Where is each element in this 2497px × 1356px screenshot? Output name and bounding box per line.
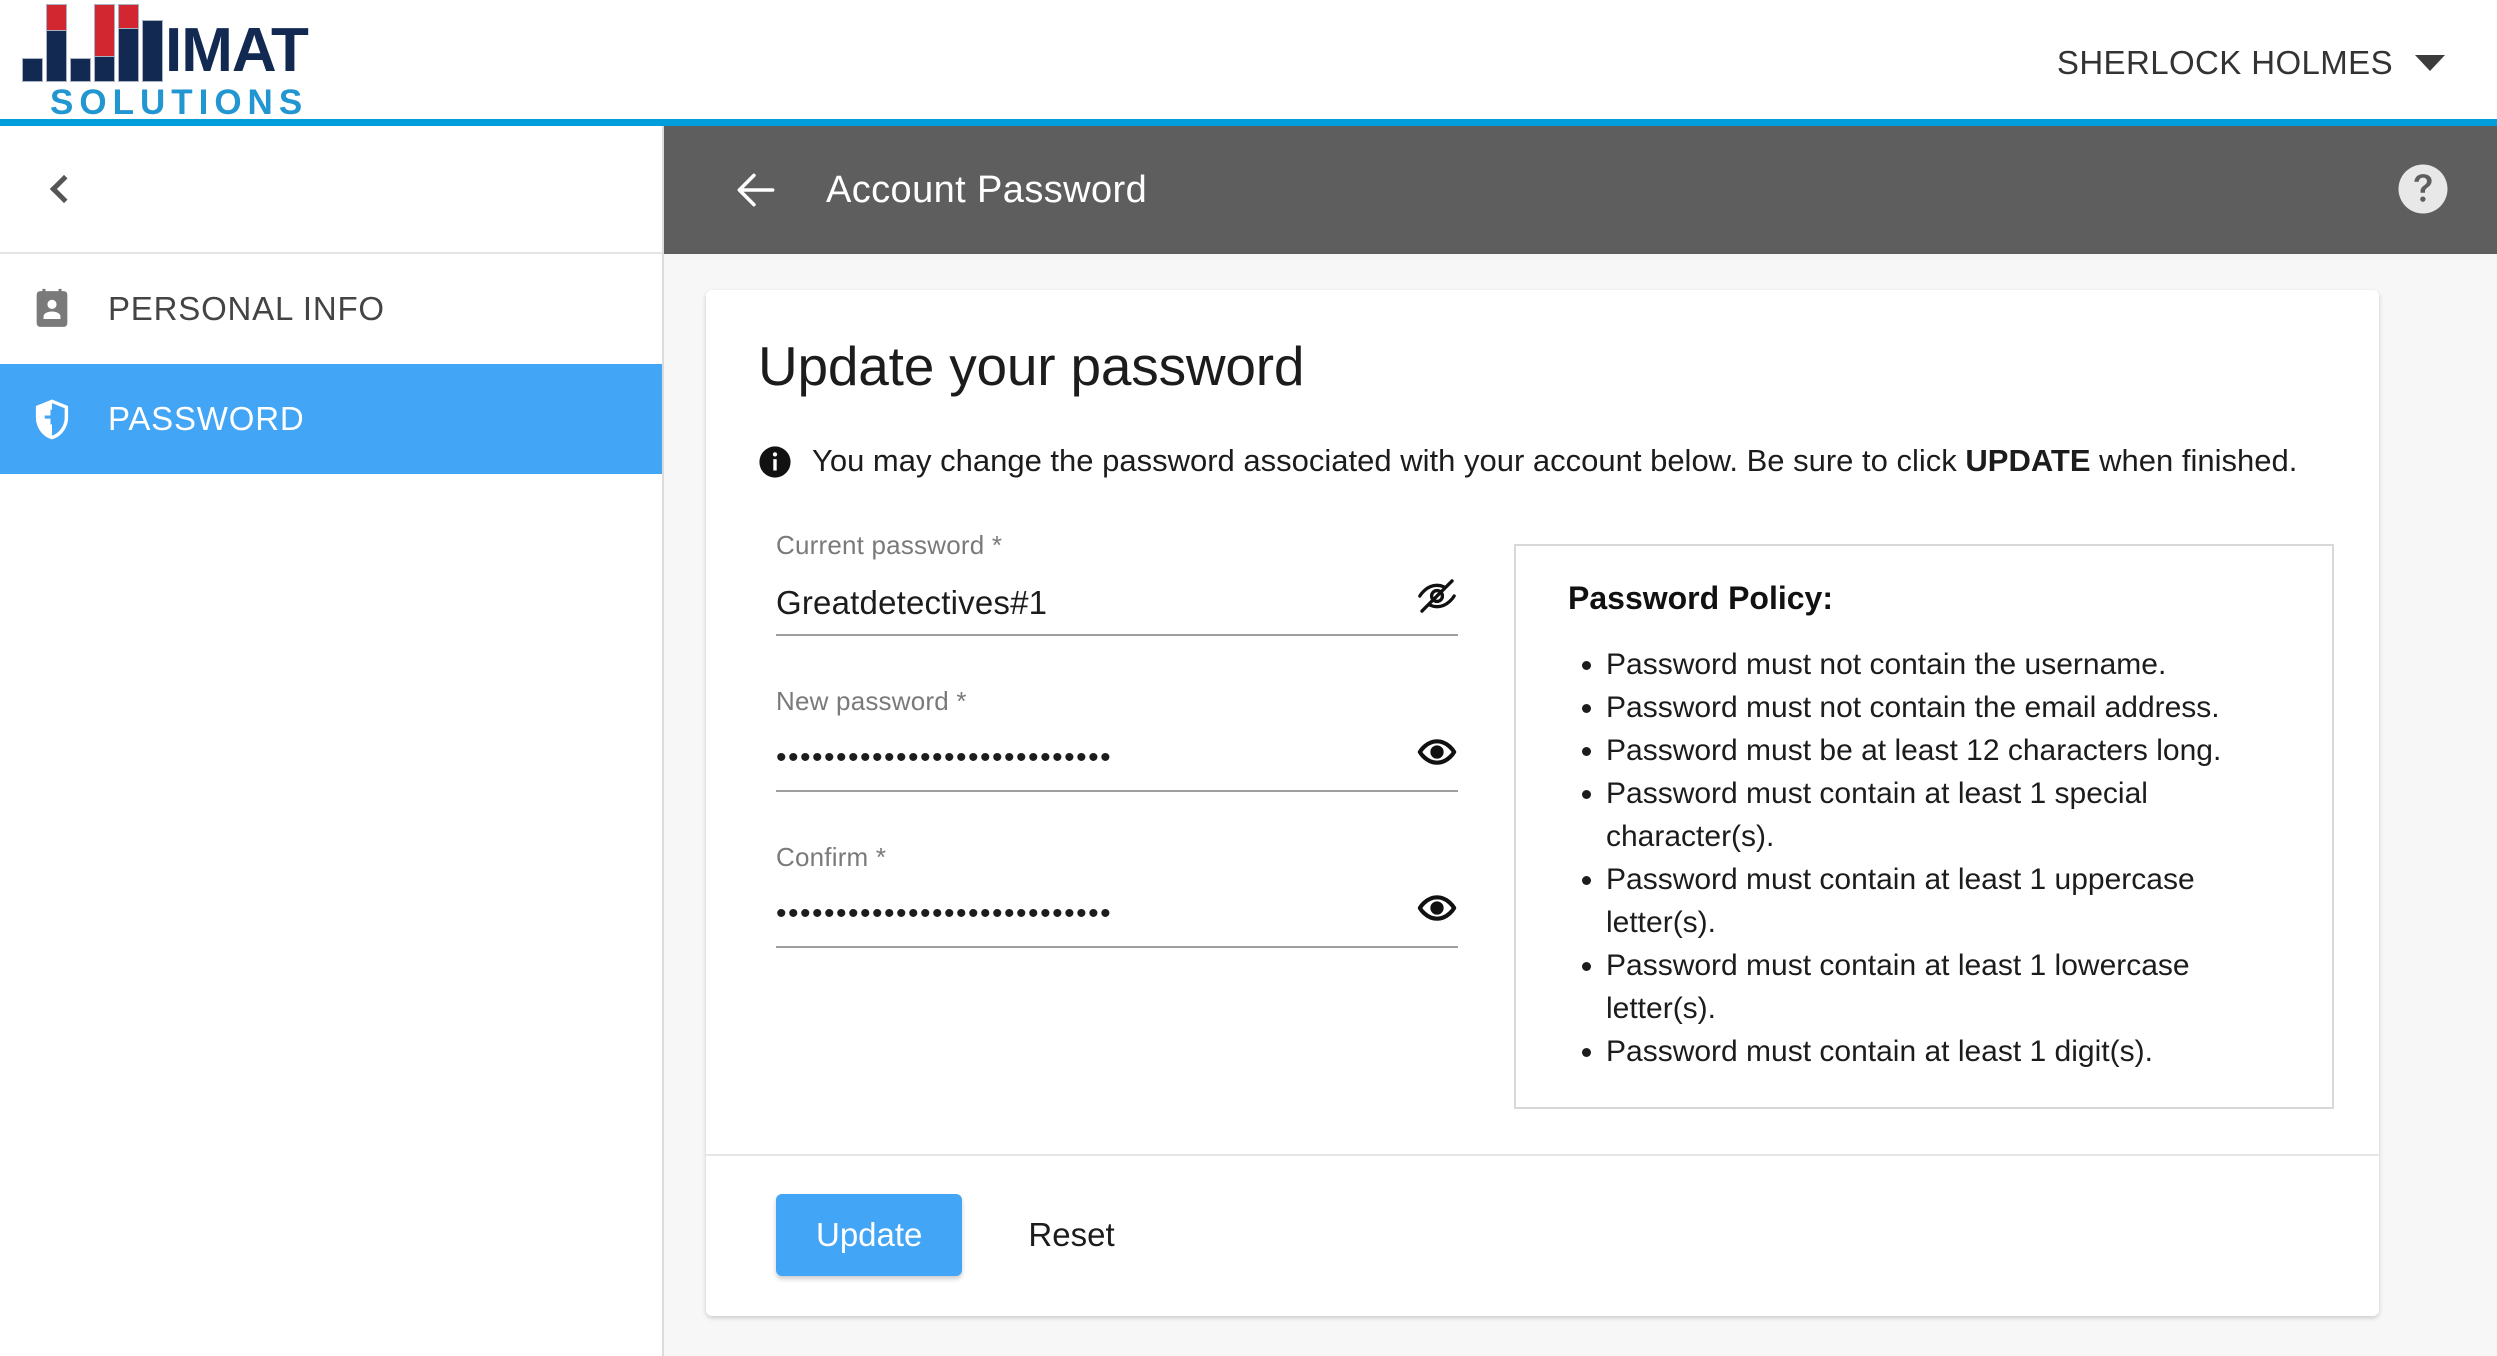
eye-icon[interactable] xyxy=(1416,887,1458,934)
user-name-label: SHERLOCK HOLMES xyxy=(2056,44,2393,81)
sidebar-item-label: PASSWORD xyxy=(108,400,305,437)
toolbar-left-group: Account Password xyxy=(730,164,1147,216)
update-button[interactable]: Update xyxy=(776,1194,963,1276)
confirm-password-input[interactable]: •••••••••••••••••••••••••••• xyxy=(776,887,1458,948)
logo-bars-icon xyxy=(22,4,163,82)
main-region: Account Password Update your password Yo… xyxy=(664,126,2497,1356)
chevron-left-icon xyxy=(49,174,79,204)
contact-card-icon xyxy=(28,285,76,333)
sidebar-item-personal-info[interactable]: PERSONAL INFO xyxy=(0,254,662,364)
field-label: Current password * xyxy=(776,530,1003,560)
policy-rule: Password must contain at least 1 upperca… xyxy=(1606,858,2292,944)
policy-rule: Password must contain at least 1 special… xyxy=(1606,772,2292,858)
policy-rule: Password must be at least 12 characters … xyxy=(1606,729,2292,772)
content-area: Update your password You may change the … xyxy=(664,254,2497,1356)
help-circle-icon[interactable] xyxy=(2395,161,2453,219)
eye-icon[interactable] xyxy=(1416,731,1458,778)
reset-button[interactable]: Reset xyxy=(998,1194,1144,1276)
info-text: You may change the password associated w… xyxy=(812,436,2297,486)
field-new-password: New password * •••••••••••••••••••••••••… xyxy=(776,686,1458,792)
field-current-password: Current password * Greatdetectives#1 xyxy=(776,530,1458,636)
sidebar-collapse-button[interactable] xyxy=(28,157,92,221)
card-footer: Update Reset xyxy=(706,1154,2379,1316)
logo-tagline: SOLUTIONS xyxy=(50,83,309,122)
password-fields: Current password * Greatdetectives#1 New… xyxy=(758,530,1458,998)
app-header: IMAT SOLUTIONS SHERLOCK HOLMES xyxy=(0,0,2497,126)
info-banner: You may change the password associated w… xyxy=(758,436,2323,494)
app-root: IMAT SOLUTIONS SHERLOCK HOLMES PERSONAL … xyxy=(0,0,2497,1356)
header-accent-bar xyxy=(0,119,2497,126)
policy-rule: Password must contain at least 1 digit(s… xyxy=(1606,1030,2292,1073)
field-value: •••••••••••••••••••••••••••• xyxy=(776,897,1113,930)
info-icon xyxy=(758,444,792,494)
chevron-down-icon xyxy=(2415,55,2445,71)
field-confirm-password: Confirm * •••••••••••••••••••••••••••• xyxy=(776,842,1458,948)
policy-rule: Password must contain at least 1 lowerca… xyxy=(1606,944,2292,1030)
sidebar-item-label: PERSONAL INFO xyxy=(108,290,385,327)
eye-off-icon[interactable] xyxy=(1416,575,1458,622)
card-heading: Update your password xyxy=(758,335,1305,397)
field-value: •••••••••••••••••••••••••••• xyxy=(776,741,1113,774)
sidebar-item-password[interactable]: PASSWORD xyxy=(0,364,662,474)
shield-icon xyxy=(28,395,76,443)
policy-rule-list: Password must not contain the username. … xyxy=(1568,643,2292,1073)
password-policy-box: Password Policy: Password must not conta… xyxy=(1514,544,2334,1109)
info-text-after: when finished. xyxy=(2090,443,2298,478)
current-password-input[interactable]: Greatdetectives#1 xyxy=(776,575,1458,636)
arrow-left-icon[interactable] xyxy=(730,164,782,216)
policy-title: Password Policy: xyxy=(1568,580,1833,616)
app-body: PERSONAL INFO PASSWORD Account Password … xyxy=(0,126,2497,1356)
new-password-input[interactable]: •••••••••••••••••••••••••••• xyxy=(776,731,1458,792)
policy-rule: Password must not contain the email addr… xyxy=(1606,686,2292,729)
sidebar: PERSONAL INFO PASSWORD xyxy=(0,126,664,1356)
info-text-before: You may change the password associated w… xyxy=(812,443,1966,478)
logo-wordmark: IMAT xyxy=(165,16,309,85)
sidebar-header xyxy=(0,126,662,254)
page-toolbar: Account Password xyxy=(664,126,2497,254)
field-label: New password * xyxy=(776,686,967,716)
policy-rule: Password must not contain the username. xyxy=(1606,643,2292,686)
page-title: Account Password xyxy=(826,168,1148,211)
card-body: Update your password You may change the … xyxy=(706,290,2379,1154)
form-row: Current password * Greatdetectives#1 New… xyxy=(758,530,2334,1109)
field-label: Confirm * xyxy=(776,842,887,872)
user-menu[interactable]: SHERLOCK HOLMES xyxy=(2045,34,2457,92)
field-value: Greatdetectives#1 xyxy=(776,584,1048,621)
password-card: Update your password You may change the … xyxy=(706,290,2379,1316)
info-text-bold: UPDATE xyxy=(1965,443,2091,478)
brand-logo[interactable]: IMAT SOLUTIONS xyxy=(22,4,309,122)
